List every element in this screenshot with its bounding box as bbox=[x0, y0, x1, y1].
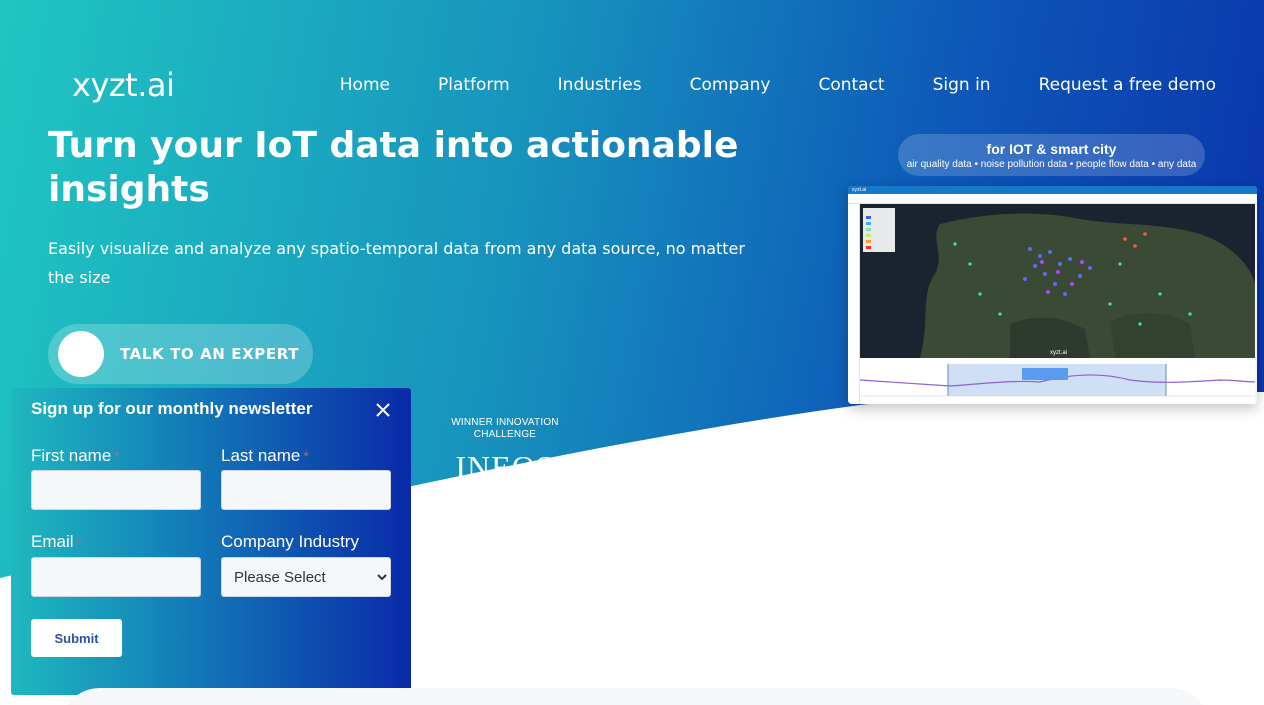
nav-company[interactable]: Company bbox=[690, 75, 771, 95]
newsletter-popup: Sign up for our monthly newsletter First… bbox=[11, 388, 411, 695]
email-label: Email * bbox=[31, 532, 82, 552]
submit-button[interactable]: Submit bbox=[31, 619, 122, 657]
screenshot-toolbar bbox=[848, 194, 1257, 204]
cta-label: TALK TO AN EXPERT bbox=[120, 345, 300, 363]
required-marker: * bbox=[303, 448, 309, 464]
product-screenshot: xyzt.ai xyzt.ai bbox=[848, 186, 1257, 404]
award-block: WINNER INNOVATION CHALLENGE INEOS bbox=[440, 417, 570, 486]
hero-headline: Turn your IoT data into actionable insig… bbox=[48, 125, 739, 210]
last-name-input[interactable] bbox=[221, 470, 391, 510]
main-nav: Home Platform Industries Company Contact… bbox=[340, 75, 1216, 95]
email-label-text: Email bbox=[31, 532, 74, 551]
hero-subheadline: Easily visualize and analyze any spatio-… bbox=[48, 239, 745, 287]
map-watermark: xyzt.ai bbox=[1050, 350, 1067, 356]
email-input[interactable] bbox=[31, 557, 201, 597]
badge-title: for IOT & smart city bbox=[986, 141, 1117, 157]
screenshot-sidebar bbox=[848, 204, 860, 404]
nav-contact[interactable]: Contact bbox=[818, 75, 884, 95]
nav-sign-in[interactable]: Sign in bbox=[933, 75, 991, 95]
close-icon[interactable] bbox=[374, 401, 392, 419]
last-name-label-text: Last name bbox=[221, 446, 301, 465]
ineos-logo: INEOS bbox=[455, 449, 555, 485]
first-name-label-text: First name bbox=[31, 446, 112, 465]
cta-circle-icon bbox=[58, 331, 104, 377]
nav-home[interactable]: Home bbox=[340, 75, 390, 95]
nav-request-demo[interactable]: Request a free demo bbox=[1039, 75, 1216, 95]
first-name-input[interactable] bbox=[31, 470, 201, 510]
europe-map-image: xyzt.ai bbox=[860, 204, 1255, 358]
industry-label: Company Industry bbox=[221, 532, 359, 551]
timeline-chart-image bbox=[860, 358, 1255, 404]
required-marker: * bbox=[76, 534, 82, 550]
award-text: WINNER INNOVATION CHALLENGE bbox=[451, 417, 559, 440]
iot-badge: for IOT & smart city air quality data • … bbox=[898, 134, 1205, 176]
talk-to-expert-button[interactable]: TALK TO AN EXPERT bbox=[48, 324, 313, 384]
screenshot-titlebar: xyzt.ai bbox=[848, 186, 1257, 194]
required-marker: * bbox=[114, 448, 120, 464]
industry-select[interactable]: Please Select bbox=[221, 557, 391, 597]
first-name-label: First name * bbox=[31, 446, 120, 466]
badge-subtitle: air quality data • noise pollution data … bbox=[906, 159, 1197, 170]
nav-industries[interactable]: Industries bbox=[558, 75, 642, 95]
nav-platform[interactable]: Platform bbox=[438, 75, 510, 95]
newsletter-title: Sign up for our monthly newsletter bbox=[31, 399, 313, 418]
last-name-label: Last name * bbox=[221, 446, 309, 466]
site-logo[interactable]: xyzt.ai bbox=[72, 66, 175, 104]
next-section-card bbox=[60, 688, 1210, 705]
